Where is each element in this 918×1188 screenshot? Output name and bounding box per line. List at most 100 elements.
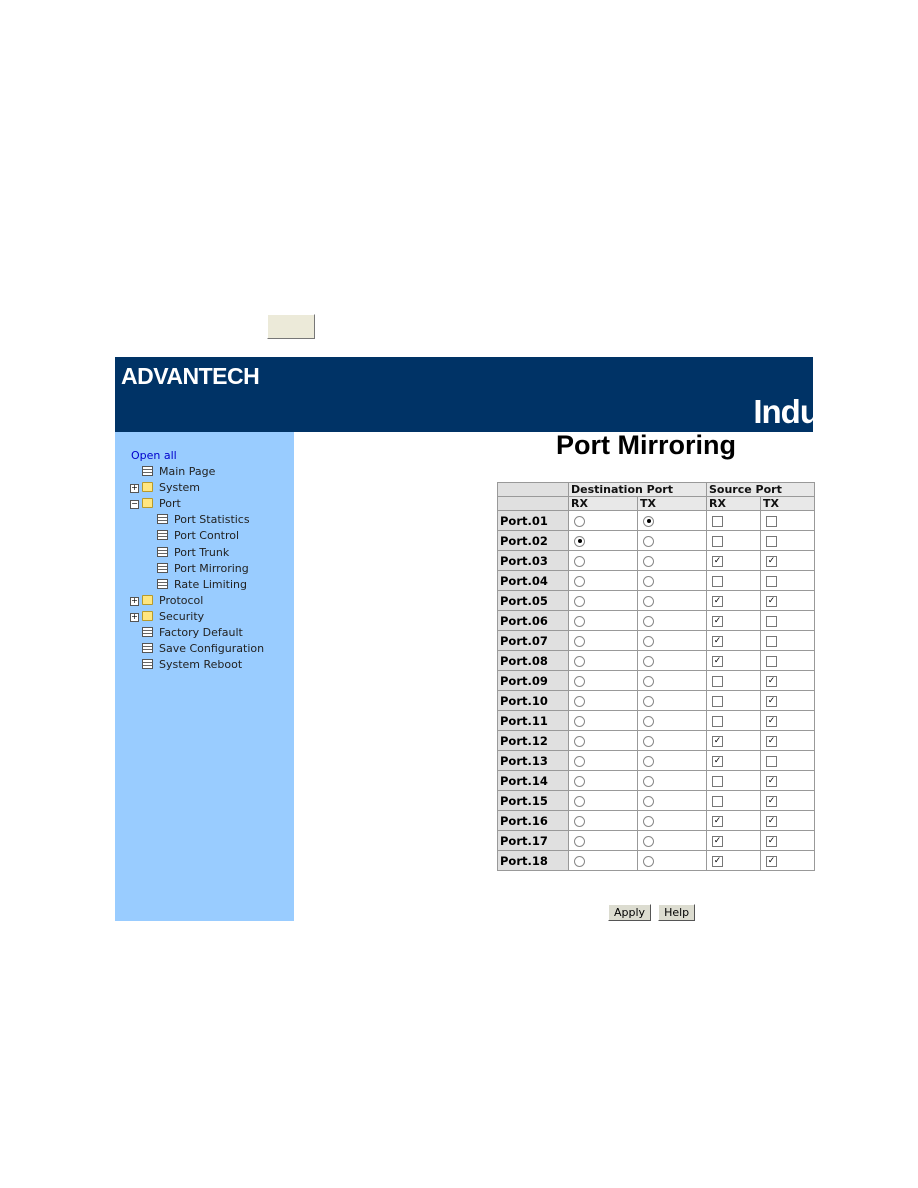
checkbox-src-tx[interactable]: ✓ — [766, 555, 777, 567]
help-button[interactable]: Help — [658, 904, 696, 921]
src-rx-cell — [706, 570, 761, 591]
checkbox-src-tx[interactable]: ✓ — [766, 795, 777, 807]
sidebar-item[interactable]: System — [142, 481, 200, 495]
radio-dest-rx[interactable] — [574, 835, 585, 847]
apply-button[interactable]: Apply — [608, 904, 652, 921]
radio-dest-tx[interactable] — [643, 555, 654, 567]
checkbox-src-tx[interactable]: ✓ — [766, 735, 777, 747]
radio-dest-rx[interactable] — [574, 755, 585, 767]
radio-dest-tx[interactable] — [643, 835, 654, 847]
radio-dest-rx[interactable] — [574, 655, 585, 667]
radio-dest-tx[interactable] — [643, 775, 654, 787]
sidebar-item[interactable]: Port — [142, 497, 181, 511]
radio-dest-rx[interactable] — [574, 515, 585, 527]
radio-dest-rx[interactable] — [574, 795, 585, 807]
checkbox-src-tx[interactable]: ✓ — [766, 855, 777, 867]
radio-dest-tx[interactable] — [643, 855, 654, 867]
sidebar-item[interactable]: Port Trunk — [157, 546, 229, 560]
radio-dest-tx[interactable] — [643, 715, 654, 727]
checkbox-src-tx[interactable]: ✓ — [766, 775, 777, 787]
checkbox-src-rx[interactable] — [712, 795, 723, 807]
checkbox-src-rx[interactable]: ✓ — [712, 615, 723, 627]
radio-dest-tx[interactable] — [643, 795, 654, 807]
checkbox-src-rx[interactable] — [712, 775, 723, 787]
radio-dest-tx[interactable] — [643, 755, 654, 767]
radio-dest-rx[interactable] — [574, 775, 585, 787]
radio-dest-rx[interactable] — [574, 735, 585, 747]
checkbox-src-tx[interactable] — [766, 515, 777, 527]
checkbox-src-tx[interactable]: ✓ — [766, 715, 777, 727]
dest-tx-cell — [637, 710, 707, 731]
checkbox-src-rx[interactable]: ✓ — [712, 595, 723, 607]
radio-dest-rx[interactable] — [574, 695, 585, 707]
checkbox-src-tx[interactable]: ✓ — [766, 815, 777, 827]
checkbox-src-rx[interactable] — [712, 515, 723, 527]
checkbox-src-rx[interactable]: ✓ — [712, 855, 723, 867]
collapse-icon[interactable]: − — [130, 500, 139, 510]
radio-dest-tx[interactable] — [643, 815, 654, 827]
checkbox-src-tx[interactable] — [766, 615, 777, 627]
sidebar-item[interactable]: Protocol — [142, 594, 203, 608]
page-icon — [157, 578, 168, 589]
checkbox-src-tx[interactable]: ✓ — [766, 695, 777, 707]
checkbox-src-tx[interactable]: ✓ — [766, 595, 777, 607]
expand-icon[interactable]: + — [130, 484, 139, 494]
checkbox-src-rx[interactable] — [712, 675, 723, 687]
checkbox-src-rx[interactable] — [712, 575, 723, 587]
radio-dest-tx[interactable] — [643, 635, 654, 647]
sidebar-item[interactable]: Main Page — [142, 465, 215, 479]
expand-icon[interactable]: + — [130, 612, 139, 622]
radio-dest-rx[interactable] — [574, 675, 585, 687]
checkbox-src-rx[interactable] — [712, 715, 723, 727]
checkbox-src-rx[interactable]: ✓ — [712, 755, 723, 767]
table-row: Port.12 ✓ ✓ — [497, 730, 815, 751]
radio-dest-rx[interactable] — [574, 715, 585, 727]
blank-button[interactable] — [267, 314, 315, 339]
table-row: Port.05 ✓ ✓ — [497, 590, 815, 611]
checkbox-src-rx[interactable] — [712, 695, 723, 707]
radio-dest-tx[interactable] — [643, 535, 654, 547]
radio-dest-rx[interactable] — [574, 635, 585, 647]
src-tx-cell: ✓ — [760, 810, 815, 831]
radio-dest-rx[interactable] — [574, 575, 585, 587]
checkbox-src-rx[interactable]: ✓ — [712, 635, 723, 647]
checkbox-src-tx[interactable] — [766, 635, 777, 647]
checkbox-src-tx[interactable] — [766, 755, 777, 767]
radio-dest-tx[interactable] — [643, 695, 654, 707]
radio-dest-rx[interactable] — [574, 855, 585, 867]
sidebar-item[interactable]: Port Mirroring — [157, 562, 249, 576]
checkbox-src-tx[interactable]: ✓ — [766, 835, 777, 847]
radio-dest-rx[interactable] — [574, 555, 585, 567]
checkbox-src-tx[interactable] — [766, 575, 777, 587]
page-icon — [157, 562, 168, 573]
checkbox-src-rx[interactable] — [712, 535, 723, 547]
checkbox-src-rx[interactable]: ✓ — [712, 835, 723, 847]
sidebar-item[interactable]: System Reboot — [142, 658, 242, 672]
sidebar-item[interactable]: Port Control — [157, 529, 239, 543]
radio-dest-rx[interactable] — [574, 595, 585, 607]
radio-dest-tx[interactable] — [643, 515, 654, 527]
radio-dest-tx[interactable] — [643, 595, 654, 607]
checkbox-src-rx[interactable]: ✓ — [712, 555, 723, 567]
radio-dest-tx[interactable] — [643, 735, 654, 747]
radio-dest-rx[interactable] — [574, 815, 585, 827]
radio-dest-rx[interactable] — [574, 535, 585, 547]
sidebar-item[interactable]: Save Configuration — [142, 642, 264, 656]
radio-dest-tx[interactable] — [643, 675, 654, 687]
expand-icon[interactable]: + — [130, 596, 139, 606]
checkbox-src-rx[interactable]: ✓ — [712, 735, 723, 747]
radio-dest-tx[interactable] — [643, 655, 654, 667]
checkbox-src-rx[interactable]: ✓ — [712, 815, 723, 827]
radio-dest-rx[interactable] — [574, 615, 585, 627]
sidebar-item[interactable]: Port Statistics — [157, 513, 250, 527]
checkbox-src-tx[interactable]: ✓ — [766, 675, 777, 687]
radio-dest-tx[interactable] — [643, 575, 654, 587]
checkbox-src-tx[interactable] — [766, 655, 777, 667]
radio-dest-tx[interactable] — [643, 615, 654, 627]
sidebar-item[interactable]: Security — [142, 610, 204, 624]
checkbox-src-tx[interactable] — [766, 535, 777, 547]
checkbox-src-rx[interactable]: ✓ — [712, 655, 723, 667]
open-all-link[interactable]: Open all — [131, 449, 177, 463]
sidebar-item[interactable]: Factory Default — [142, 626, 243, 640]
sidebar-item[interactable]: Rate Limiting — [157, 578, 247, 592]
